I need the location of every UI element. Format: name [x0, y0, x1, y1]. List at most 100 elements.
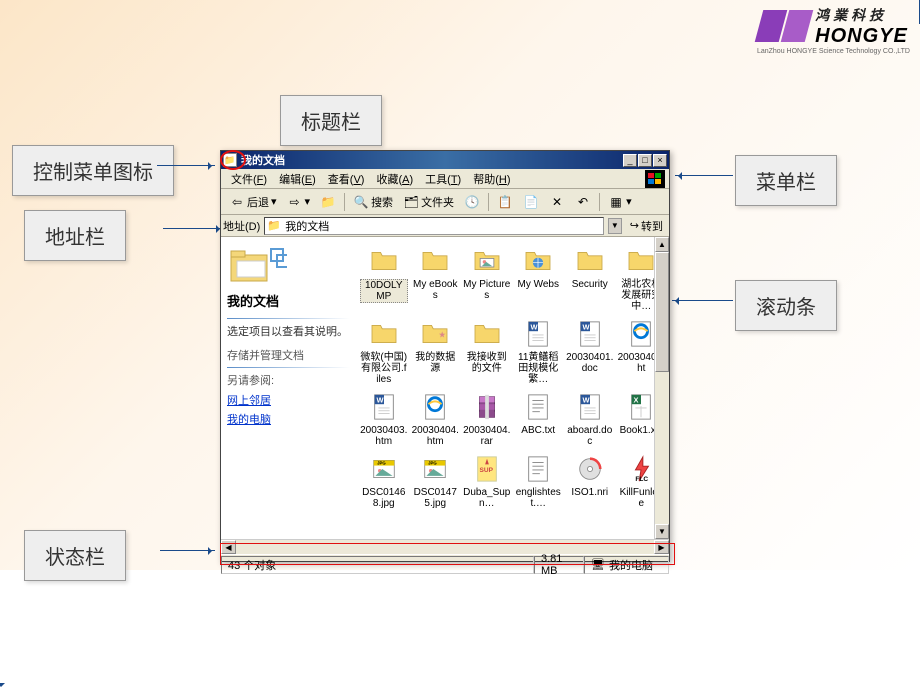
up-button[interactable]: 📁 [316, 192, 340, 212]
file-item[interactable]: My Pictures [461, 243, 513, 314]
divider [227, 318, 350, 319]
windows-flag-icon [645, 170, 665, 188]
folder-icon [574, 245, 606, 277]
file-label: 20030403.htm [360, 425, 408, 447]
scroll-track[interactable] [236, 540, 654, 554]
file-item[interactable]: W 20030403.htm [358, 389, 410, 449]
up-folder-icon: 📁 [320, 194, 336, 210]
file-item[interactable]: JPGDSC01475.jpg [410, 451, 462, 511]
ie-icon [625, 318, 657, 350]
menu-a[interactable]: 收藏(A) [370, 169, 419, 189]
computer-icon: 🖥 [591, 558, 605, 571]
menu-f[interactable]: 文件(F) [225, 169, 273, 189]
file-item[interactable]: My eBooks [410, 243, 462, 314]
link-my-computer[interactable]: 我的电脑 [227, 411, 350, 427]
views-button[interactable]: ▦ ▾ [604, 192, 636, 212]
menu-h[interactable]: 帮助(H) [467, 169, 516, 189]
file-item[interactable]: 我接收到的文件 [461, 316, 513, 387]
link-network[interactable]: 网上邻居 [227, 392, 350, 408]
history-button[interactable]: 🕓 [460, 192, 484, 212]
file-item[interactable]: My Webs [513, 243, 565, 314]
file-label: Security [572, 279, 608, 290]
file-label: 20030401.doc [566, 352, 614, 374]
copy-button[interactable]: 📄 [519, 192, 543, 212]
toolbar: ⇦后退 ▾ ⇨ ▾ 📁 🔍搜索 🗂文件夹 🕓 📋 📄 ✕ ↶ ▦ ▾ [221, 189, 669, 215]
file-label: DSC01475.jpg [412, 487, 460, 509]
arrow-line [160, 550, 215, 551]
history-icon: 🕓 [464, 194, 480, 210]
menu-t[interactable]: 工具(T) [419, 169, 467, 189]
file-item[interactable]: ABC.txt [513, 389, 565, 449]
sidebar-description: 选定项目以查看其说明。 [227, 323, 350, 339]
file-item[interactable]: ★我的数据源 [410, 316, 462, 387]
file-item[interactable]: 微软(中国)有限公司.files [358, 316, 410, 387]
file-item[interactable]: Waboard.doc [564, 389, 616, 449]
file-item[interactable]: 10DOLYMP [358, 243, 410, 314]
svg-text:W: W [376, 395, 384, 404]
file-label: My Pictures [463, 279, 511, 301]
file-item[interactable]: 20030404.htm [410, 389, 462, 449]
vertical-scrollbar[interactable]: ▲ ▼ [654, 237, 669, 539]
maximize-button[interactable]: □ [638, 154, 652, 167]
move-button[interactable]: 📋 [493, 192, 517, 212]
back-button[interactable]: ⇦后退 ▾ [225, 192, 281, 212]
svg-text:JPG: JPG [377, 461, 386, 466]
svg-text:X: X [634, 395, 639, 404]
file-item[interactable]: ISO1.nri [564, 451, 616, 511]
status-objects: 43 个对象 [221, 556, 534, 574]
file-item[interactable]: W 20030401.doc [564, 316, 616, 387]
menu-v[interactable]: 查看(V) [322, 169, 371, 189]
svg-text:W: W [582, 322, 590, 331]
undo-button[interactable]: ↶ [571, 192, 595, 212]
brand-logo: 鸿業科技 HONGYE LanZhou HONGYE Science Techn… [757, 5, 910, 55]
nri-icon [574, 453, 606, 485]
file-label: My Webs [518, 279, 560, 290]
file-list-area: 10DOLYMPMy eBooksMy Pictures My Webs Secur… [356, 237, 669, 539]
separator [344, 193, 345, 211]
scroll-right-button[interactable]: ▶ [654, 540, 669, 554]
logo-en-text: HONGYE [815, 25, 908, 48]
delete-button[interactable]: ✕ [545, 192, 569, 212]
delete-icon: ✕ [549, 194, 565, 210]
content-area: 我的文档 选定项目以查看其说明。 存储并管理文档 另请参阅: 网上邻居 我的电脑… [221, 237, 669, 539]
statusbar: 43 个对象 3.81 MB 🖥 我的电脑 [221, 554, 669, 574]
scroll-up-button[interactable]: ▲ [655, 237, 669, 252]
close-button[interactable]: × [653, 154, 667, 167]
file-item[interactable]: Security [564, 243, 616, 314]
folder-icon [625, 245, 657, 277]
folder-star-icon: ★ [419, 318, 451, 350]
control-menu-icon[interactable]: 📁 [223, 153, 237, 167]
callout-titlebar: 标题栏 [280, 95, 382, 146]
scroll-thumb[interactable] [655, 252, 669, 372]
file-item[interactable]: W11黄鳝稻田规模化繁… [513, 316, 565, 387]
go-label: 转到 [641, 218, 663, 234]
scroll-down-button[interactable]: ▼ [655, 524, 669, 539]
search-icon: 🔍 [353, 194, 369, 210]
file-item[interactable]: englishtest.… [513, 451, 565, 511]
search-button[interactable]: 🔍搜索 [349, 192, 397, 212]
scroll-left-button[interactable]: ◀ [221, 540, 236, 554]
file-label: DSC01468.jpg [360, 487, 408, 509]
file-item[interactable]: SUPDuba_Supn… [461, 451, 513, 511]
folder-icon [419, 245, 451, 277]
address-dropdown[interactable]: ▼ [608, 218, 622, 234]
file-item[interactable]: JPG DSC01468.jpg [358, 451, 410, 511]
minimize-button[interactable]: _ [623, 154, 637, 167]
folder-icon [471, 318, 503, 350]
file-label: 我的数据源 [412, 352, 460, 374]
horizontal-scrollbar[interactable]: ◀ ▶ [221, 539, 669, 554]
logo-cn-text: 鸿業科技 [815, 5, 908, 25]
titlebar[interactable]: 📁 我的文档 _ □ × [221, 151, 669, 169]
callout-scrollbar: 滚动条 [735, 280, 837, 331]
go-button[interactable]: ↪转到 [626, 217, 667, 235]
forward-button[interactable]: ⇨ ▾ [283, 192, 315, 212]
undo-icon: ↶ [575, 194, 591, 210]
word-icon: W [522, 318, 554, 350]
menu-e[interactable]: 编辑(E) [273, 169, 322, 189]
address-input[interactable]: 📁 我的文档 [264, 217, 604, 235]
svg-text:SUP: SUP [479, 467, 493, 474]
file-label: 我接收到的文件 [463, 352, 511, 374]
txt-icon [522, 391, 554, 423]
folders-button[interactable]: 🗂文件夹 [399, 192, 458, 212]
file-item[interactable]: 20030404.rar [461, 389, 513, 449]
